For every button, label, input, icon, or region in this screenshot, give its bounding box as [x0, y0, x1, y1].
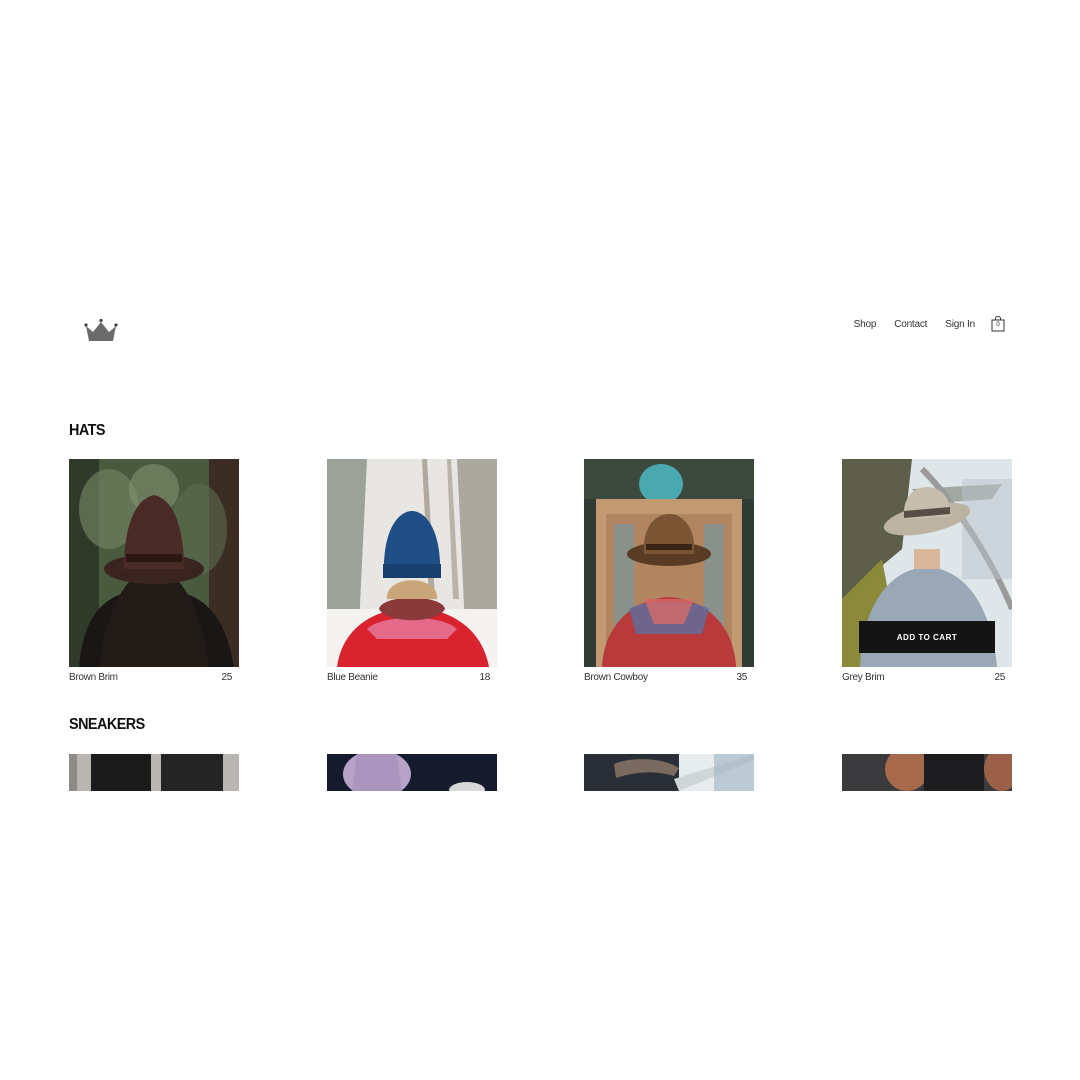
product-card: Blue Beanie 18 [327, 459, 497, 683]
product-name: Brown Brim [69, 672, 118, 683]
nav-contact-link[interactable]: Contact [894, 319, 927, 330]
product-image-sneaker-1[interactable] [69, 754, 239, 791]
product-name: Grey Brim [842, 672, 885, 683]
shopping-bag-icon[interactable]: 0 [991, 316, 1005, 332]
top-nav: Shop Contact Sign In 0 [854, 316, 1005, 332]
product-price: 18 [479, 672, 490, 683]
product-card: Brown Cowboy 35 [584, 459, 754, 683]
hats-section-title[interactable]: HATS [69, 422, 106, 440]
nav-shop-link[interactable]: Shop [854, 319, 877, 330]
product-price: 25 [994, 672, 1005, 683]
crown-icon[interactable] [84, 316, 118, 344]
product-price: 25 [221, 672, 232, 683]
product-name: Blue Beanie [327, 672, 378, 683]
product-image-sneaker-2[interactable] [327, 754, 497, 791]
product-image-brown-brim[interactable] [69, 459, 239, 667]
shop-page: Shop Contact Sign In 0 HATS Brown Brim 2… [0, 0, 1080, 1080]
product-card: Brown Brim 25 [69, 459, 239, 683]
product-meta: Blue Beanie 18 [327, 672, 497, 683]
product-image-sneaker-3[interactable] [584, 754, 754, 791]
nav-signin-link[interactable]: Sign In [945, 319, 975, 330]
product-name: Brown Cowboy [584, 672, 648, 683]
cart-count: 0 [996, 322, 1000, 328]
product-meta: Brown Brim 25 [69, 672, 239, 683]
product-meta: Brown Cowboy 35 [584, 672, 754, 683]
product-card: ADD TO CART Grey Brim 25 [842, 459, 1012, 683]
product-image-grey-brim[interactable]: ADD TO CART [842, 459, 1012, 667]
sneakers-section-title[interactable]: SNEAKERS [69, 716, 145, 734]
product-image-brown-cowboy[interactable] [584, 459, 754, 667]
add-to-cart-button[interactable]: ADD TO CART [859, 621, 995, 653]
product-meta: Grey Brim 25 [842, 672, 1012, 683]
product-price: 35 [736, 672, 747, 683]
product-image-blue-beanie[interactable] [327, 459, 497, 667]
sneakers-product-grid [69, 754, 1012, 791]
product-image-sneaker-4[interactable] [842, 754, 1012, 791]
